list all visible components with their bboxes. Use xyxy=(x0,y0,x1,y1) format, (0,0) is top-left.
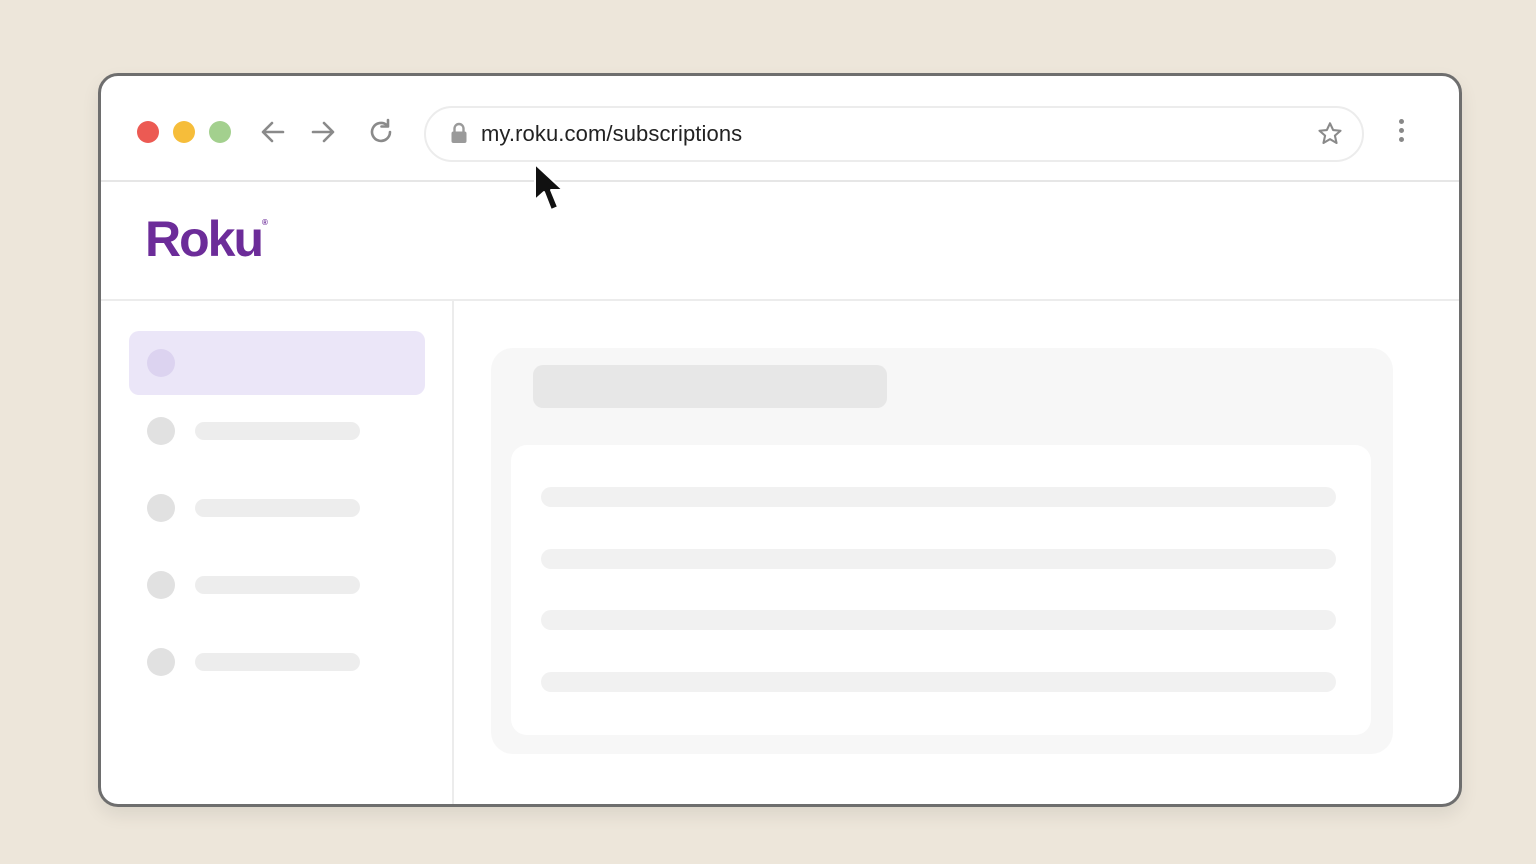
sidebar-item[interactable] xyxy=(129,399,425,463)
address-bar[interactable]: my.roku.com/subscriptions xyxy=(424,106,1364,162)
content-line-placeholder xyxy=(541,672,1336,692)
sidebar-item-icon xyxy=(147,417,175,445)
star-icon[interactable] xyxy=(1316,120,1344,148)
sidebar-item-label-placeholder xyxy=(195,422,360,440)
sidebar-item-label-placeholder xyxy=(195,653,360,671)
sidebar xyxy=(101,301,454,804)
sidebar-item[interactable] xyxy=(129,476,425,540)
sidebar-item-icon xyxy=(147,494,175,522)
close-window-button[interactable] xyxy=(137,121,159,143)
sidebar-item[interactable] xyxy=(129,630,425,694)
sidebar-item-label-placeholder xyxy=(195,576,360,594)
maximize-window-button[interactable] xyxy=(209,121,231,143)
forward-arrow-icon xyxy=(311,121,335,143)
card-title-placeholder xyxy=(533,365,887,408)
roku-logo[interactable]: Roku® xyxy=(145,210,268,268)
lock-icon xyxy=(451,122,467,143)
card-body-skeleton xyxy=(511,445,1371,735)
mouse-cursor-icon xyxy=(534,163,564,211)
kebab-menu-icon[interactable] xyxy=(1391,116,1411,146)
back-button[interactable] xyxy=(255,114,291,150)
sidebar-item-label-placeholder xyxy=(195,499,360,517)
sidebar-item-icon xyxy=(147,648,175,676)
sidebar-item[interactable] xyxy=(129,553,425,617)
logo-text: Roku xyxy=(145,211,264,267)
reload-button[interactable] xyxy=(363,114,399,150)
content-line-placeholder xyxy=(541,549,1336,569)
reload-icon xyxy=(370,118,392,143)
browser-toolbar: my.roku.com/subscriptions xyxy=(101,76,1459,182)
content-line-placeholder xyxy=(541,610,1336,630)
content-line-placeholder xyxy=(541,487,1336,507)
sidebar-item-active[interactable] xyxy=(129,331,425,395)
sidebar-item-icon xyxy=(147,349,175,377)
minimize-window-button[interactable] xyxy=(173,121,195,143)
site-header: Roku® xyxy=(101,182,1459,301)
forward-button[interactable] xyxy=(305,114,341,150)
sidebar-item-icon xyxy=(147,571,175,599)
browser-window: my.roku.com/subscriptions Roku® xyxy=(98,73,1462,807)
url-text[interactable]: my.roku.com/subscriptions xyxy=(481,121,742,147)
content-card-skeleton xyxy=(491,348,1393,754)
back-arrow-icon xyxy=(261,121,285,143)
